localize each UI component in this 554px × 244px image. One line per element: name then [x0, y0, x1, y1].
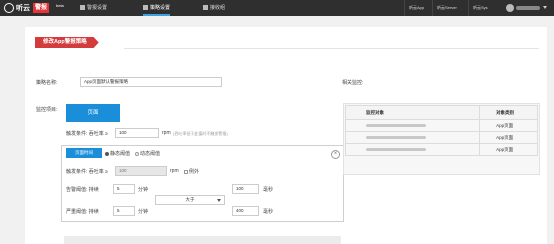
nav-label: 警报设置	[87, 5, 108, 11]
cell-category: App页面	[479, 119, 538, 132]
monitor-page-button[interactable]: 页面	[66, 104, 120, 122]
condition-trigger-label: 触发条件: 吞吐率 ≥	[66, 169, 108, 175]
chevron-down-icon	[217, 199, 221, 202]
radio-unchecked-icon	[135, 151, 139, 156]
top-bar: 听云 警报 beta 警报设置 策略设置 接收组 听云App 听云Server …	[0, 0, 554, 16]
trigger-throughput-input[interactable]: 100	[115, 128, 159, 138]
redacted-text	[366, 148, 426, 152]
warning-ms-unit: 毫秒	[263, 187, 274, 193]
brand-product-badge: 警报	[33, 3, 50, 13]
warning-minutes-input[interactable]: 5	[113, 184, 135, 194]
cell-object-redacted	[344, 131, 481, 144]
trigger-unit: rpm	[162, 130, 171, 136]
brand-name: 听云	[16, 5, 30, 12]
user-name-redacted[interactable]	[516, 6, 540, 10]
avatar[interactable]	[506, 4, 514, 12]
trigger-condition-label: 触发条件: 吞吐率 ≥	[66, 131, 108, 137]
checkbox-icon	[184, 169, 188, 174]
related-monitor-table: 监控对象 对象类别 App页面 App页面 App页面	[344, 105, 538, 156]
policy-name-label: 策略名称:	[36, 80, 58, 86]
warning-threshold-label: 告警阈值: 持续	[66, 187, 99, 193]
nav-alert-settings[interactable]: 警报设置	[80, 0, 107, 16]
related-monitor-label: 相关监控:	[342, 80, 364, 86]
table-row[interactable]: App页面	[344, 119, 538, 132]
beta-tag: beta	[56, 3, 64, 8]
table-header-row: 监控对象 对象类别	[344, 105, 538, 120]
critical-minutes-input[interactable]: 5	[113, 206, 135, 216]
link-tingyun-app[interactable]: 听云App	[404, 0, 424, 16]
cell-category: App页面	[479, 143, 538, 156]
link-tingyun-server[interactable]: 听云Server	[432, 0, 457, 16]
cell-object-redacted	[344, 119, 481, 132]
exception-checkbox[interactable]: 例外	[184, 168, 199, 175]
col-header-category: 对象类别	[479, 105, 538, 120]
condition-trigger-unit: rpm	[170, 168, 179, 174]
nav-policy-settings[interactable]: 策略设置	[143, 0, 171, 16]
group-icon	[203, 5, 208, 10]
operator-value: 大于	[185, 197, 195, 202]
nav-label: 接收组	[210, 5, 226, 11]
policy-name-input[interactable]: App页面默认警报策略	[80, 77, 222, 87]
metric-page-time-button[interactable]: 页面时间	[66, 148, 102, 158]
chevron-down-icon[interactable]	[543, 6, 547, 9]
radio-label: 静态阈值	[110, 151, 131, 157]
warning-minute-unit: 分钟	[138, 187, 149, 193]
col-header-object: 监控对象	[344, 105, 481, 120]
critical-ms-unit: 毫秒	[263, 209, 274, 215]
redacted-text	[366, 136, 426, 140]
cell-category: App页面	[479, 131, 538, 144]
exception-label: 例外	[189, 169, 200, 175]
critical-minute-unit: 分钟	[138, 209, 149, 215]
table-row[interactable]: App页面	[344, 143, 538, 156]
radio-checked-icon	[105, 151, 109, 156]
radio-label: 动态阈值	[140, 151, 161, 157]
trigger-hint: (吞吐率低于此值时不触发警报)	[173, 131, 228, 136]
static-threshold-radio[interactable]: 静态阈值	[105, 150, 130, 157]
monitor-project-label: 监控项目:	[36, 107, 58, 113]
close-icon[interactable]: ×	[331, 150, 340, 159]
policy-icon	[143, 5, 148, 10]
condition-box	[61, 145, 344, 222]
operator-select[interactable]: 大于	[155, 195, 225, 205]
cloud-logo-icon	[4, 3, 14, 13]
redacted-text	[366, 124, 426, 128]
critical-value-input[interactable]: 400	[232, 206, 259, 216]
nav-receiver-group[interactable]: 接收组	[203, 0, 225, 16]
dynamic-threshold-radio[interactable]: 动态阈值	[135, 150, 160, 157]
link-tingyun-sys[interactable]: 听云Sys	[468, 0, 488, 16]
critical-threshold-label: 严重阈值: 持续	[66, 209, 99, 215]
nav-label: 策略设置	[150, 5, 171, 11]
cell-object-redacted	[344, 143, 481, 156]
condition-throughput-input[interactable]: 100	[115, 166, 167, 176]
warning-value-input[interactable]: 100	[232, 184, 259, 194]
content-panel: 修改App警报策略 策略名称: App页面默认警报策略 相关监控: 监控项目: …	[25, 27, 547, 244]
add-condition-bar[interactable]	[64, 236, 341, 244]
table-row[interactable]: App页面	[344, 131, 538, 144]
divider	[124, 48, 539, 49]
bell-icon	[80, 5, 85, 10]
page-tab-title: 修改App警报策略	[35, 37, 99, 48]
